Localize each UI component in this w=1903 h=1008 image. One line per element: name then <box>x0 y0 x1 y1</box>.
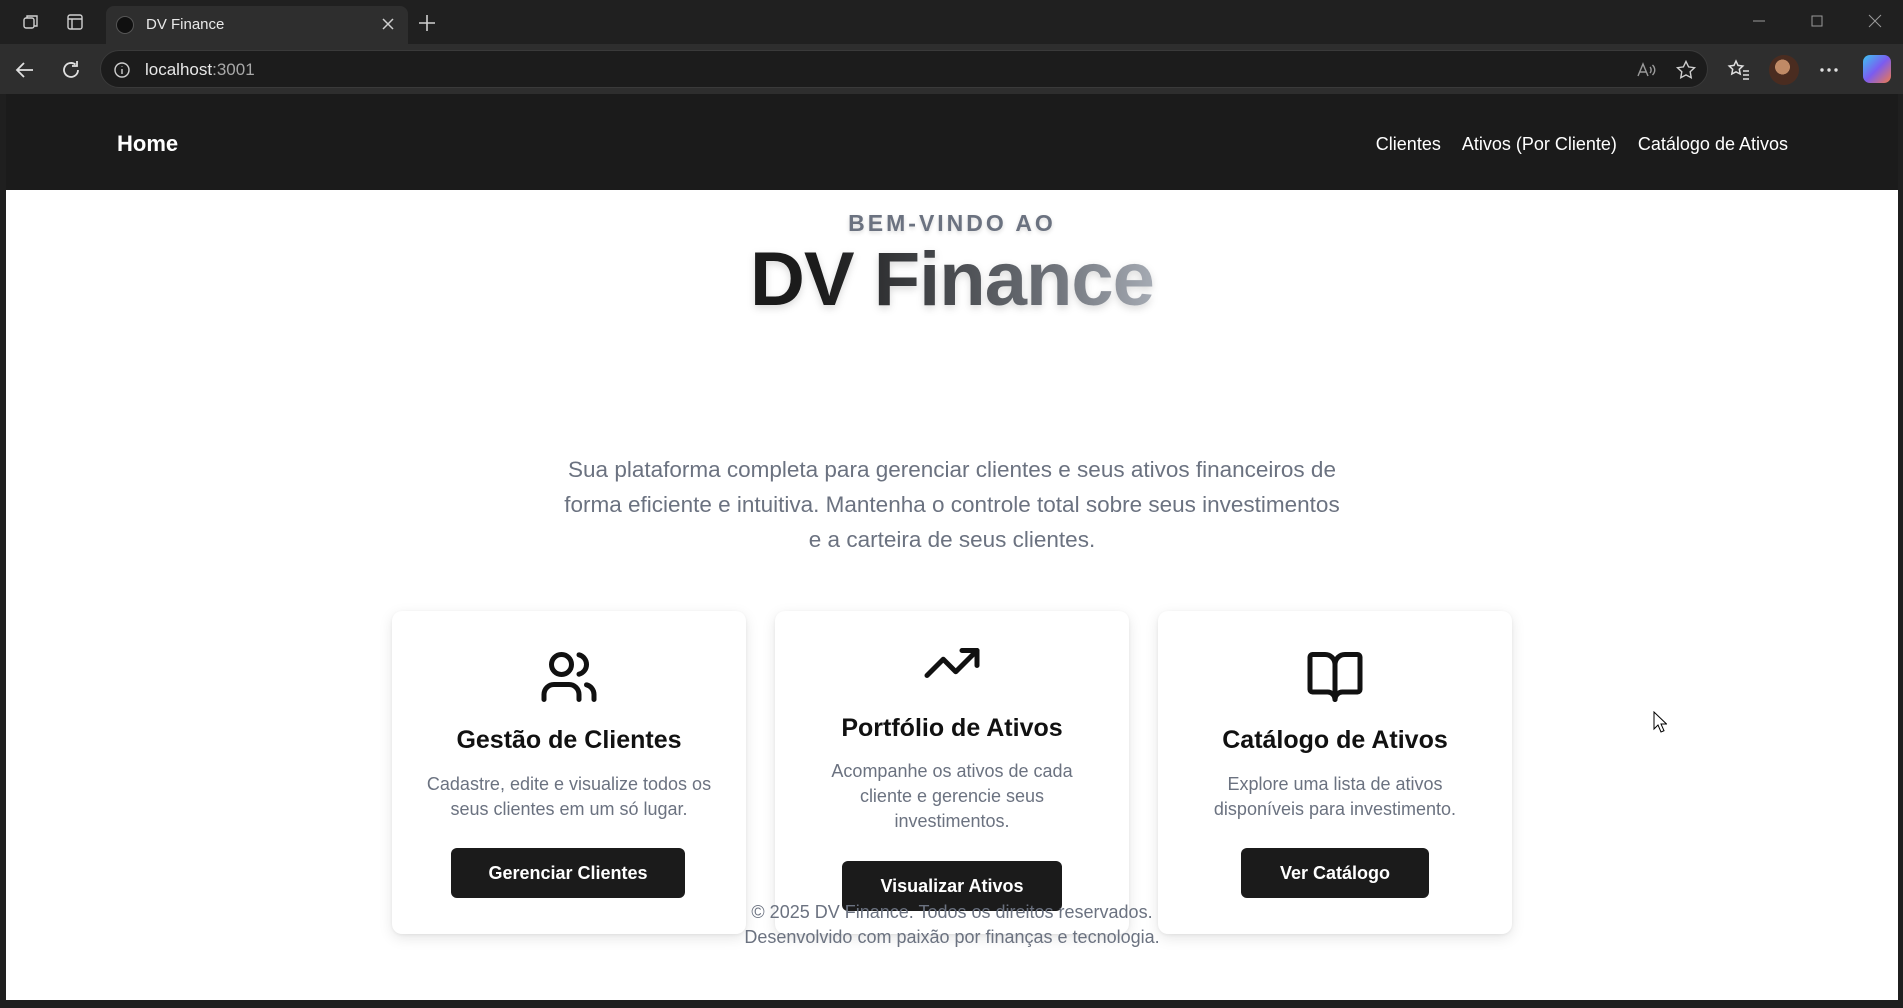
desc-line: Cadastre, edite e visualize todos os <box>426 774 712 794</box>
card-description: Cadastre, edite e visualize todos os seu… <box>414 772 724 822</box>
url-text: localhost:3001 <box>145 60 255 79</box>
desc-line: Acompanhe os ativos de cada <box>831 761 1073 781</box>
card-title: Gestão de Clientes <box>456 726 682 754</box>
card-title: Portfólio de Ativos <box>841 714 1063 742</box>
nav-link-catalogo-de-ativos[interactable]: Catálogo de Ativos <box>1638 134 1788 155</box>
subtitle-line: Sua plataforma completa para gerenciar c… <box>568 457 1336 482</box>
footer-tagline: Desenvolvido com paixão por finanças e t… <box>744 927 1160 947</box>
browser-toolbar: localhost:3001 <box>0 44 1903 94</box>
book-open-icon <box>1307 652 1363 702</box>
favorite-star-icon[interactable] <box>1675 59 1697 81</box>
users-icon <box>541 652 597 702</box>
favorites-icon[interactable] <box>1726 57 1752 83</box>
tab-title: DV Finance <box>146 16 225 33</box>
tab-close-icon[interactable] <box>378 14 398 34</box>
welcome-label: BEM-VINDO AO <box>848 210 1056 236</box>
profile-avatar[interactable] <box>1769 55 1799 85</box>
desc-line: investimentos. <box>894 811 1010 831</box>
address-bar[interactable]: localhost:3001 <box>100 50 1708 88</box>
more-options-icon[interactable] <box>1816 57 1842 83</box>
desc-line: cliente e gerencie seus <box>859 786 1045 806</box>
workspaces-icon[interactable] <box>19 10 43 34</box>
desc-line: disponíveis para investimento. <box>1213 799 1457 819</box>
read-aloud-icon[interactable] <box>1635 59 1657 81</box>
nav-link-clientes[interactable]: Clientes <box>1376 134 1441 155</box>
copilot-icon[interactable] <box>1863 55 1891 83</box>
page-viewport: Home Clientes Ativos (Por Cliente) Catál… <box>6 94 1898 1000</box>
maximize-icon[interactable] <box>1802 8 1832 34</box>
hero-subtitle: Sua plataforma completa para gerenciar c… <box>532 452 1372 557</box>
tab-actions-icon[interactable] <box>63 10 87 34</box>
minimize-icon[interactable] <box>1744 8 1774 34</box>
card-portfolio-de-ativos: Portfólio de Ativos Acompanhe os ativos … <box>775 611 1129 934</box>
window-close-icon[interactable] <box>1860 8 1890 34</box>
browser-tab-active[interactable]: DV Finance <box>106 6 408 44</box>
nav-links: Clientes Ativos (Por Cliente) Catálogo d… <box>1376 134 1788 155</box>
card-description: Explore uma lista de ativos disponíveis … <box>1180 772 1490 822</box>
new-tab-icon[interactable] <box>414 10 440 36</box>
home-link[interactable]: Home <box>117 131 178 157</box>
site-info-icon[interactable] <box>113 61 131 79</box>
subtitle-line: e a carteira de seus clientes. <box>808 527 1096 552</box>
mouse-cursor-icon <box>1653 711 1667 733</box>
tab-favicon-icon <box>116 16 134 34</box>
gerenciar-clientes-button[interactable]: Gerenciar Clientes <box>451 848 685 898</box>
desc-line: Explore uma lista de ativos <box>1227 774 1443 794</box>
card-catalogo-de-ativos: Catálogo de Ativos Explore uma lista de … <box>1158 611 1512 934</box>
back-icon[interactable] <box>12 57 38 83</box>
refresh-icon[interactable] <box>58 57 84 83</box>
footer-copyright: © 2025 DV Finance. Todos os direitos res… <box>751 902 1153 922</box>
top-navbar: Home Clientes Ativos (Por Cliente) Catál… <box>6 94 1898 190</box>
browser-tabbar: DV Finance <box>0 0 1903 44</box>
page-footer: © 2025 DV Finance. Todos os direitos res… <box>6 900 1898 950</box>
card-description: Acompanhe os ativos de cada cliente e ge… <box>797 759 1107 834</box>
subtitle-line: forma eficiente e intuitiva. Mantenha o … <box>564 492 1340 517</box>
nav-link-ativos-por-cliente[interactable]: Ativos (Por Cliente) <box>1462 134 1617 155</box>
trending-up-icon <box>924 648 980 678</box>
card-title: Catálogo de Ativos <box>1222 726 1448 754</box>
desc-line: seus clientes em um só lugar. <box>450 799 688 819</box>
card-gestao-de-clientes: Gestão de Clientes Cadastre, edite e vis… <box>392 611 746 934</box>
page-title: DV Finance <box>6 242 1898 318</box>
ver-catalogo-button[interactable]: Ver Catálogo <box>1241 848 1429 898</box>
